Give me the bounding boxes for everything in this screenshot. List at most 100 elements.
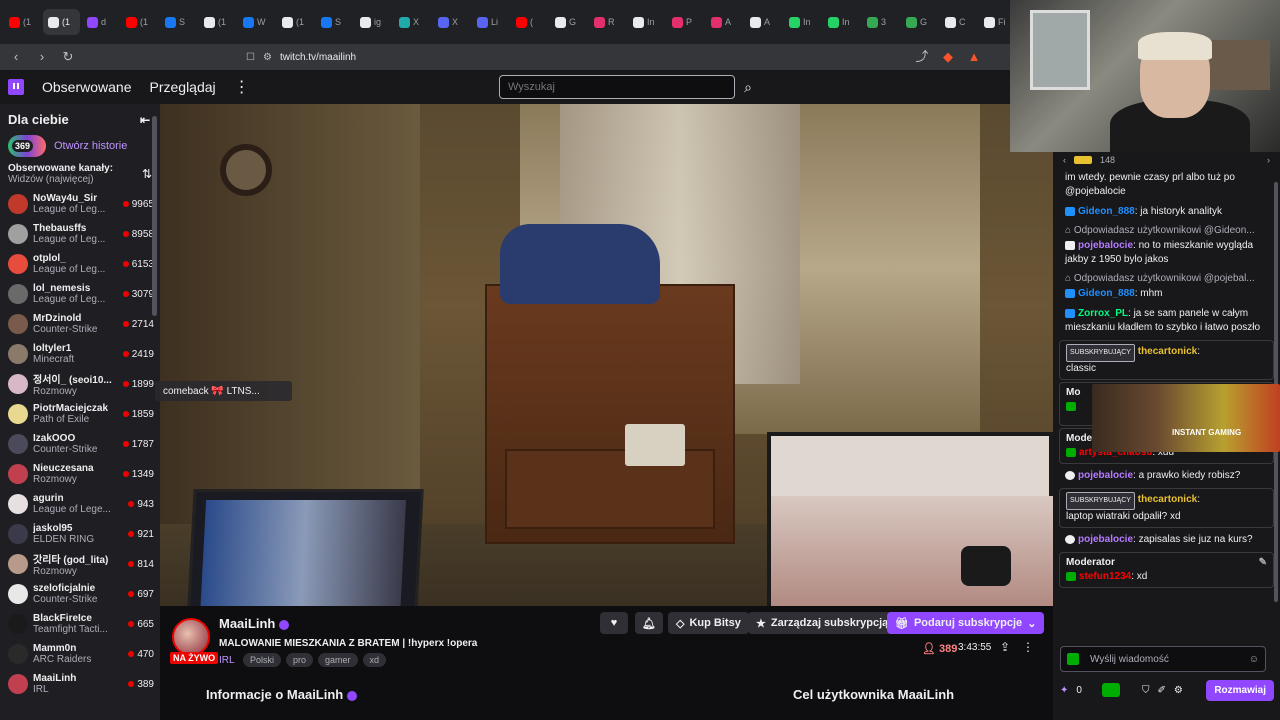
sidebar-channel[interactable]: Mamm0n ARC Raiders 470: [0, 639, 160, 669]
browser-tab[interactable]: (1: [199, 9, 236, 35]
sidebar-channel[interactable]: PiotrMaciejczak Path of Exile 1859: [0, 399, 160, 429]
site-info-icon[interactable]: ⚙: [263, 52, 272, 63]
browser-tab[interactable]: S: [160, 9, 197, 35]
edit-icon[interactable]: ✎: [1259, 556, 1267, 570]
notify-button[interactable]: 🔔︎: [635, 612, 663, 634]
forward-icon[interactable]: ›: [34, 49, 50, 65]
sidebar-channel[interactable]: BlackFireIce Teamfight Tacti... 665: [0, 609, 160, 639]
browser-tab[interactable]: In: [823, 9, 860, 35]
sidebar-channel[interactable]: MrDzinold Counter-Strike 2714: [0, 309, 160, 339]
twitch-logo-icon[interactable]: [8, 79, 24, 95]
more-icon[interactable]: ⋮: [234, 77, 250, 97]
browser-tab[interactable]: d: [82, 9, 119, 35]
bonus-icon[interactable]: [1101, 683, 1120, 697]
settings-icon[interactable]: ⚙: [1174, 685, 1183, 696]
browser-tab[interactable]: X: [433, 9, 470, 35]
sort-icon[interactable]: ⇅: [142, 167, 152, 181]
gift-sub-button[interactable]: 🎁︎ Podaruj subskrypcje ⌄: [887, 612, 1045, 634]
share-stream-icon[interactable]: ⇪: [1000, 640, 1010, 654]
stream-tag[interactable]: gamer: [318, 653, 358, 667]
browser-tab[interactable]: (: [511, 9, 548, 35]
browser-tab[interactable]: R: [589, 9, 626, 35]
sidebar-channel[interactable]: jaskol95 ELDEN RING 921: [0, 519, 160, 549]
streamer-name[interactable]: MaaiLinh: [219, 616, 290, 631]
ad-banner[interactable]: INSTANT GAMING: [1092, 384, 1280, 452]
search-input[interactable]: [499, 75, 735, 99]
sidebar-channel[interactable]: otplol_ League of Leg... 6153: [0, 249, 160, 279]
browser-tab[interactable]: 3: [862, 9, 899, 35]
shield-icon[interactable]: ⛉: [1142, 685, 1150, 696]
sidebar-channel[interactable]: agurin League of Lege... 943: [0, 489, 160, 519]
chat-reply-context[interactable]: ⌂ Odpowiadasz użytkownikowi @Gideon...: [1053, 222, 1280, 236]
sidebar-channel[interactable]: 정서이_ (seoi10... Rozmowy 1899: [0, 369, 160, 399]
streamer-avatar[interactable]: [172, 618, 210, 656]
browser-tab[interactable]: P: [667, 9, 704, 35]
sidebar-channel[interactable]: loltyler1 Minecraft 2419: [0, 339, 160, 369]
browser-tab[interactable]: In: [628, 9, 665, 35]
search-icon[interactable]: ⌕: [737, 75, 759, 99]
chat-username[interactable]: pojebalocie: [1078, 470, 1133, 481]
sidebar-channel[interactable]: szeloficjalnie Counter-Strike 697: [0, 579, 160, 609]
browser-tab[interactable]: G: [901, 9, 938, 35]
emote-icon[interactable]: ☺: [1249, 654, 1259, 665]
chat-reply-context[interactable]: ⌂ Odpowiadasz użytkownikowi @pojebal...: [1053, 270, 1280, 284]
stream-tag[interactable]: xd: [362, 653, 387, 667]
stream-category[interactable]: IRL: [219, 655, 235, 666]
sidebar-channel[interactable]: 갓리타 (god_lita) Rozmowy 814: [0, 549, 160, 579]
video-overlay-chip[interactable]: comeback 🎀 LTNS...: [155, 381, 292, 401]
chat-username[interactable]: Zorrox_PL: [1078, 308, 1128, 319]
chat-input[interactable]: Wyślij wiadomość ☺: [1060, 646, 1266, 672]
share-icon[interactable]: ⤴: [914, 49, 930, 65]
reload-icon[interactable]: ↻: [60, 49, 76, 65]
back-icon[interactable]: ‹: [8, 49, 24, 65]
sidebar-channel[interactable]: Thebausffs League of Leg... 8958: [0, 219, 160, 249]
sidebar-channel[interactable]: Nieuczesana Rozmowy 1349: [0, 459, 160, 489]
bookmark-icon[interactable]: ☐: [246, 52, 255, 63]
chat-username[interactable]: pojebalocie: [1078, 534, 1133, 545]
chat-username[interactable]: thecartonick: [1138, 346, 1197, 357]
chat-username[interactable]: Gideon_888: [1078, 288, 1135, 299]
brave-icon[interactable]: ◆: [940, 49, 956, 65]
collapse-icon[interactable]: ⇤: [140, 113, 150, 127]
video-player[interactable]: [160, 104, 1053, 606]
chat-username[interactable]: stefun1234: [1079, 571, 1131, 582]
chat-username[interactable]: thecartonick: [1138, 494, 1197, 505]
nav-browse[interactable]: Przeglądaj: [150, 79, 216, 95]
stream-tag[interactable]: Polski: [243, 653, 282, 667]
stories-button[interactable]: 369 Otwórz historie: [8, 135, 160, 157]
sidebar-channel[interactable]: NoWay4u_Sir League of Leg... 9965: [0, 189, 160, 219]
browser-tab[interactable]: Li: [472, 9, 509, 35]
browser-tab[interactable]: S: [316, 9, 353, 35]
chat-username[interactable]: pojebalocie: [1078, 240, 1133, 251]
sidebar-channel[interactable]: MaaiLinh IRL 389: [0, 669, 160, 699]
browser-tab[interactable]: (1: [4, 9, 41, 35]
more-options-icon[interactable]: ⋮: [1022, 640, 1034, 654]
stream-tag[interactable]: pro: [286, 653, 314, 667]
browser-tab[interactable]: ig: [355, 9, 392, 35]
browser-tab[interactable]: A: [745, 9, 782, 35]
browser-tab[interactable]: In: [784, 9, 821, 35]
chat-username[interactable]: Gideon_888: [1078, 206, 1135, 217]
bits-button[interactable]: ◇ Kup Bitsy: [668, 612, 749, 634]
browser-tab[interactable]: (1: [43, 9, 80, 35]
browser-tab[interactable]: G: [550, 9, 587, 35]
manage-sub-button[interactable]: ★ Zarządzaj subskrypcją: [748, 612, 897, 634]
browser-tab[interactable]: A: [706, 9, 743, 35]
sidebar-channel[interactable]: lol_nemesis League of Leg... 3079: [0, 279, 160, 309]
rewards-icon[interactable]: ▲: [966, 49, 982, 65]
browser-tab[interactable]: X: [394, 9, 431, 35]
browser-tab[interactable]: (1: [121, 9, 158, 35]
send-button[interactable]: Rozmawiaj: [1206, 679, 1274, 701]
sidebar-scrollbar[interactable]: [152, 116, 157, 316]
address-bar[interactable]: ☐ ⚙ twitch.tv/maailinh: [246, 46, 904, 68]
sword-icon[interactable]: ✐: [1157, 685, 1165, 696]
browser-tab[interactable]: C: [940, 9, 977, 35]
nav-following[interactable]: Obserwowane: [42, 79, 132, 95]
follow-button[interactable]: ♥: [600, 612, 628, 634]
sidebar-channel[interactable]: IzakOOO Counter-Strike 1787: [0, 429, 160, 459]
browser-tab[interactable]: (1: [277, 9, 314, 35]
chat-next-icon[interactable]: ›: [1267, 155, 1270, 165]
points-icon[interactable]: ✦: [1060, 685, 1068, 696]
chat-prev-icon[interactable]: ‹: [1063, 155, 1066, 165]
browser-tab[interactable]: W: [238, 9, 275, 35]
